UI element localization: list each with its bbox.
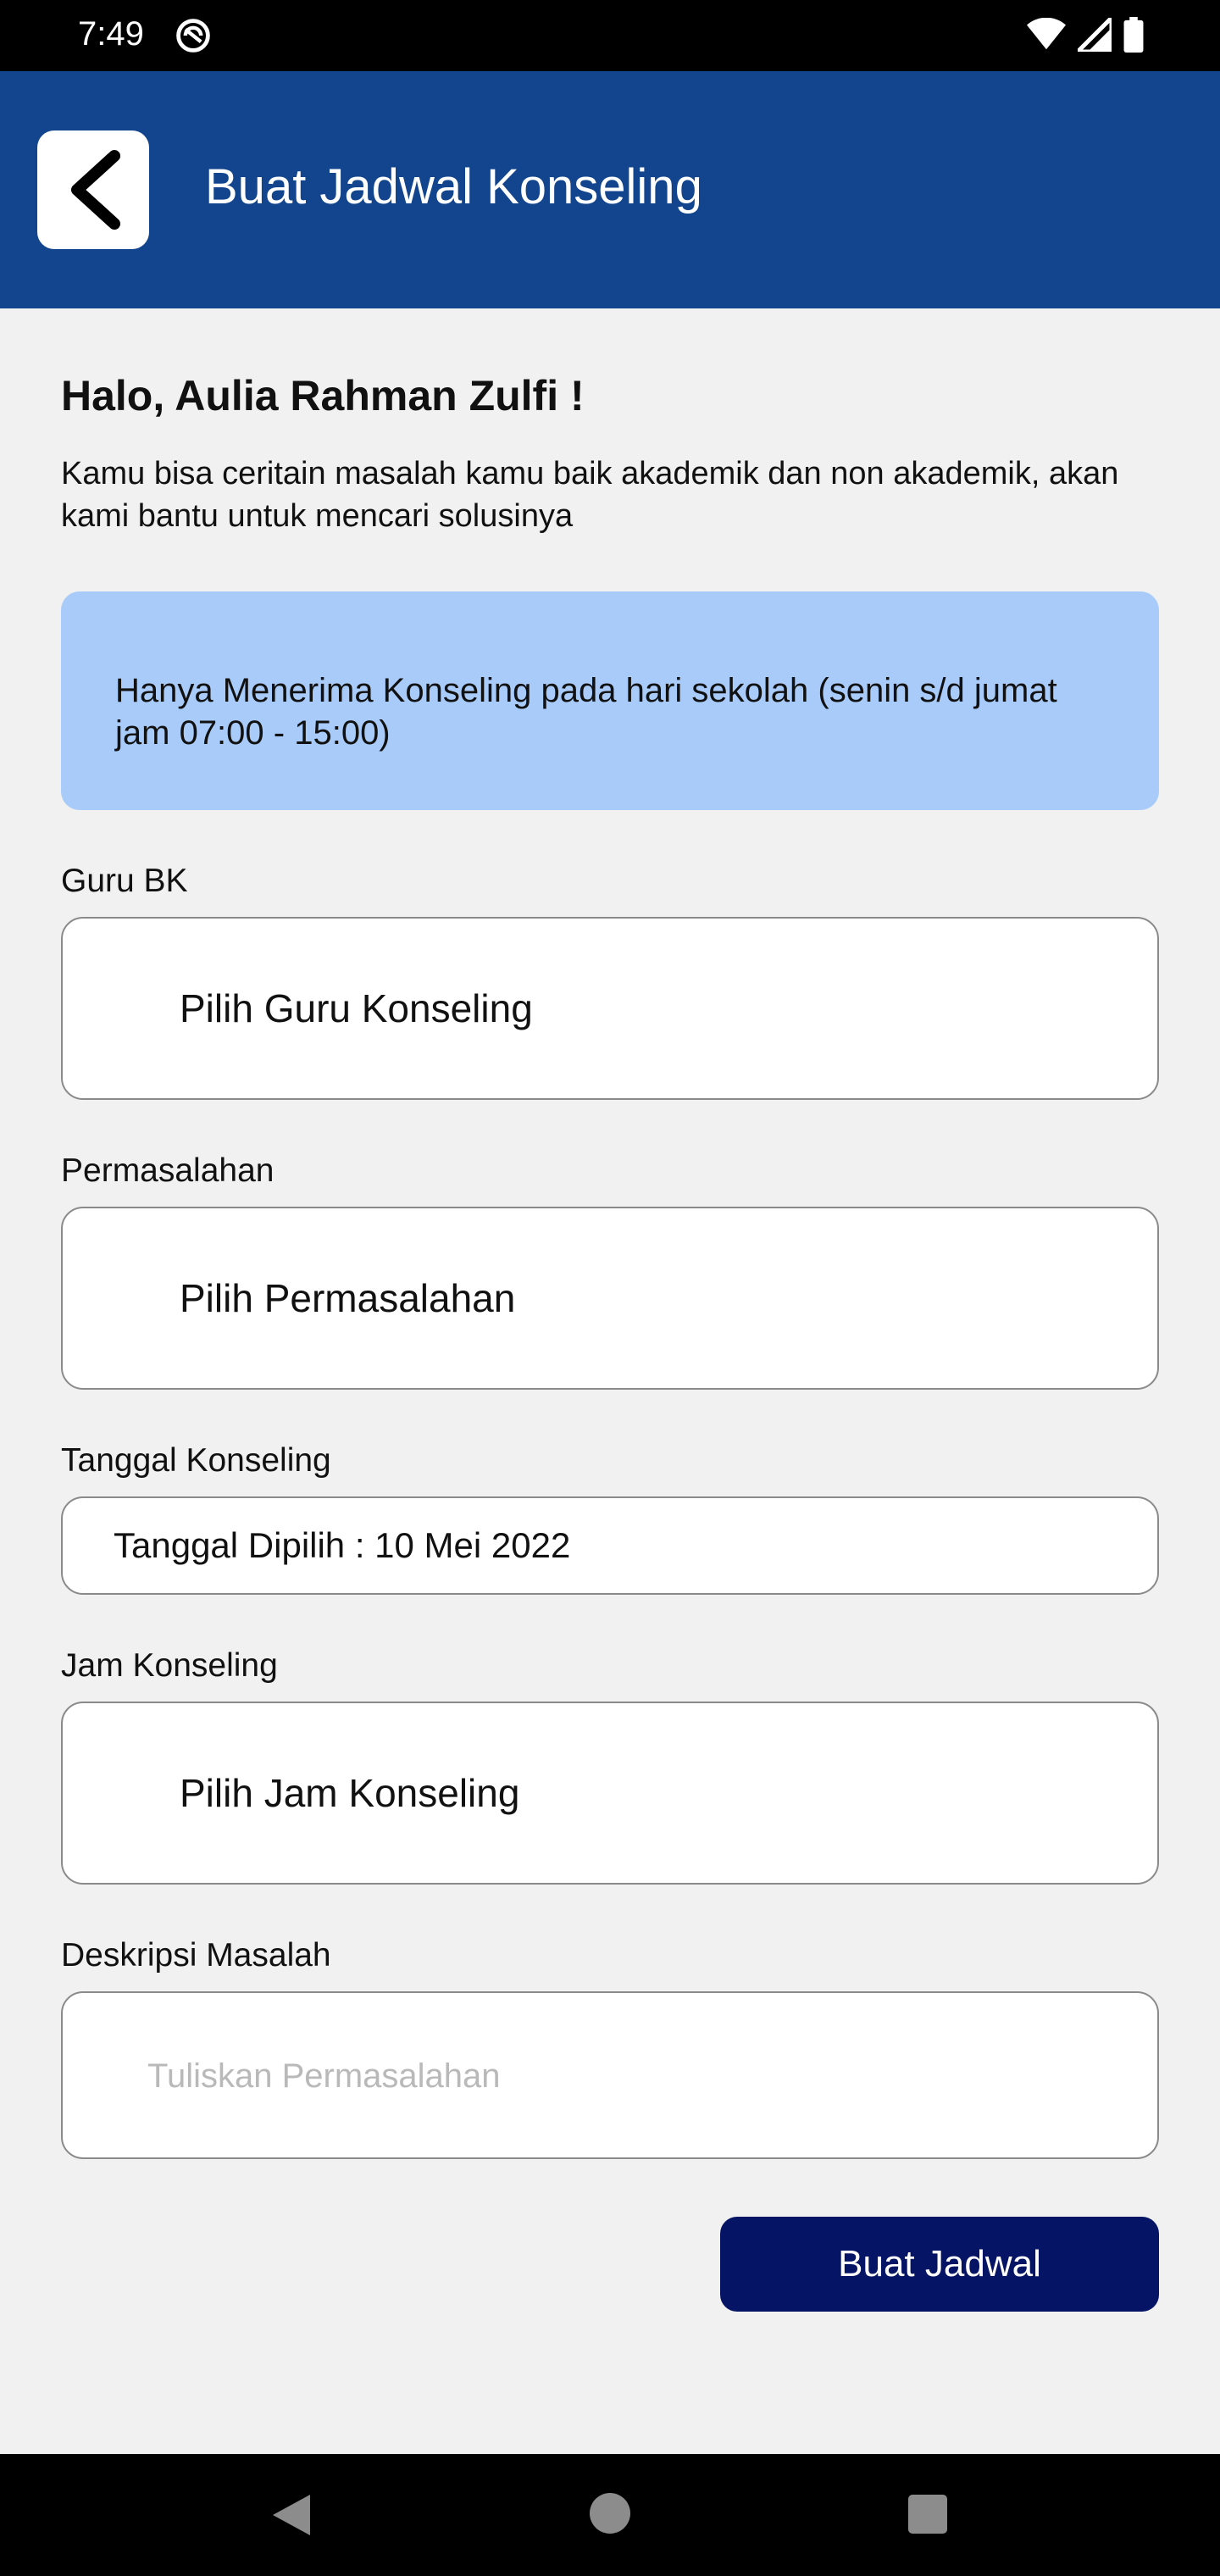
buat-jadwal-button[interactable]: Buat Jadwal — [720, 2217, 1159, 2312]
tanggal-konseling-label: Tanggal Konseling — [61, 1442, 331, 1479]
page-title: Buat Jadwal Konseling — [205, 159, 702, 214]
guru-bk-label: Guru BK — [61, 863, 188, 899]
permasalahan-label: Permasalahan — [61, 1152, 274, 1189]
at-sign-icon — [176, 19, 210, 53]
app-bar: Buat Jadwal Konseling — [0, 71, 1220, 308]
tanggal-konseling-value: Tanggal Dipilih : 10 Mei 2022 — [114, 1525, 571, 1565]
deskripsi-masalah-input[interactable] — [147, 2044, 1113, 2108]
tanggal-konseling-field[interactable]: Tanggal Dipilih : 10 Mei 2022 — [61, 1496, 1159, 1595]
status-icons — [1027, 17, 1144, 53]
permasalahan-select-value: Pilih Permasalahan — [180, 1276, 516, 1320]
intro-text: Kamu bisa ceritain masalah kamu baik aka… — [61, 456, 1119, 534]
status-time: 7:49 — [78, 15, 144, 53]
info-banner: Hanya Menerima Konseling pada hari sekol… — [61, 591, 1159, 810]
cellular-signal-icon — [1078, 18, 1112, 52]
greeting-heading: Halo, Aulia Rahman Zulfi ! — [61, 372, 585, 419]
battery-icon — [1123, 17, 1144, 53]
status-bar: 7:49 — [0, 0, 1220, 71]
info-banner-text: Hanya Menerima Konseling pada hari sekol… — [115, 672, 1057, 752]
permasalahan-select[interactable]: Pilih Permasalahan — [61, 1207, 1159, 1390]
recent-square-icon[interactable] — [908, 2495, 947, 2534]
guru-bk-select-value: Pilih Guru Konseling — [180, 986, 533, 1030]
wifi-icon — [1027, 18, 1066, 50]
jam-konseling-label: Jam Konseling — [61, 1647, 278, 1684]
back-button[interactable] — [37, 130, 149, 249]
system-nav-bar — [0, 2454, 1220, 2576]
back-triangle-icon[interactable] — [269, 2493, 312, 2537]
jam-konseling-select-value: Pilih Jam Konseling — [180, 1771, 520, 1815]
home-circle-icon[interactable] — [590, 2493, 630, 2534]
jam-konseling-select[interactable]: Pilih Jam Konseling — [61, 1702, 1159, 1885]
chevron-left-icon — [71, 150, 120, 230]
deskripsi-masalah-box — [61, 1991, 1159, 2159]
deskripsi-masalah-label: Deskripsi Masalah — [61, 1937, 331, 1974]
guru-bk-select[interactable]: Pilih Guru Konseling — [61, 917, 1159, 1100]
